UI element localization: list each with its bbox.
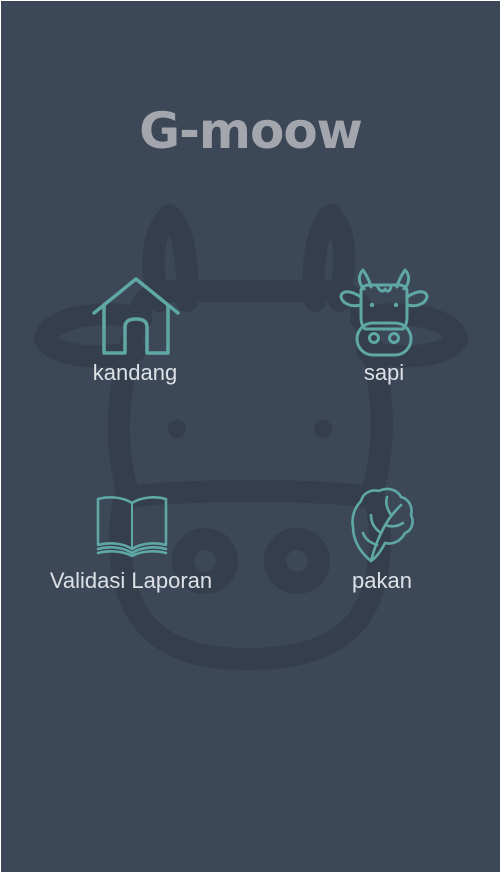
- menu-label-kandang: kandang: [92, 360, 178, 385]
- app-title: G-moow: [139, 102, 363, 160]
- menu-item-kandang[interactable]: kandang: [25, 271, 245, 391]
- house-icon: [92, 277, 180, 355]
- open-book-icon: [96, 496, 168, 557]
- menu-item-sapi[interactable]: sapi: [274, 267, 494, 391]
- cow-head-icon: [339, 268, 429, 357]
- menu-label-pakan: pakan: [352, 568, 412, 593]
- home-screen: G-moow kandang sapi Validasi Laporan pak…: [1, 1, 500, 872]
- menu-label-sapi: sapi: [363, 360, 405, 385]
- lettuce-icon: [351, 487, 414, 563]
- menu-item-validasi-laporan[interactable]: Validasi Laporan: [21, 493, 241, 603]
- menu-label-validasi-laporan: Validasi Laporan: [49, 568, 213, 593]
- menu-item-pakan[interactable]: pakan: [272, 487, 492, 603]
